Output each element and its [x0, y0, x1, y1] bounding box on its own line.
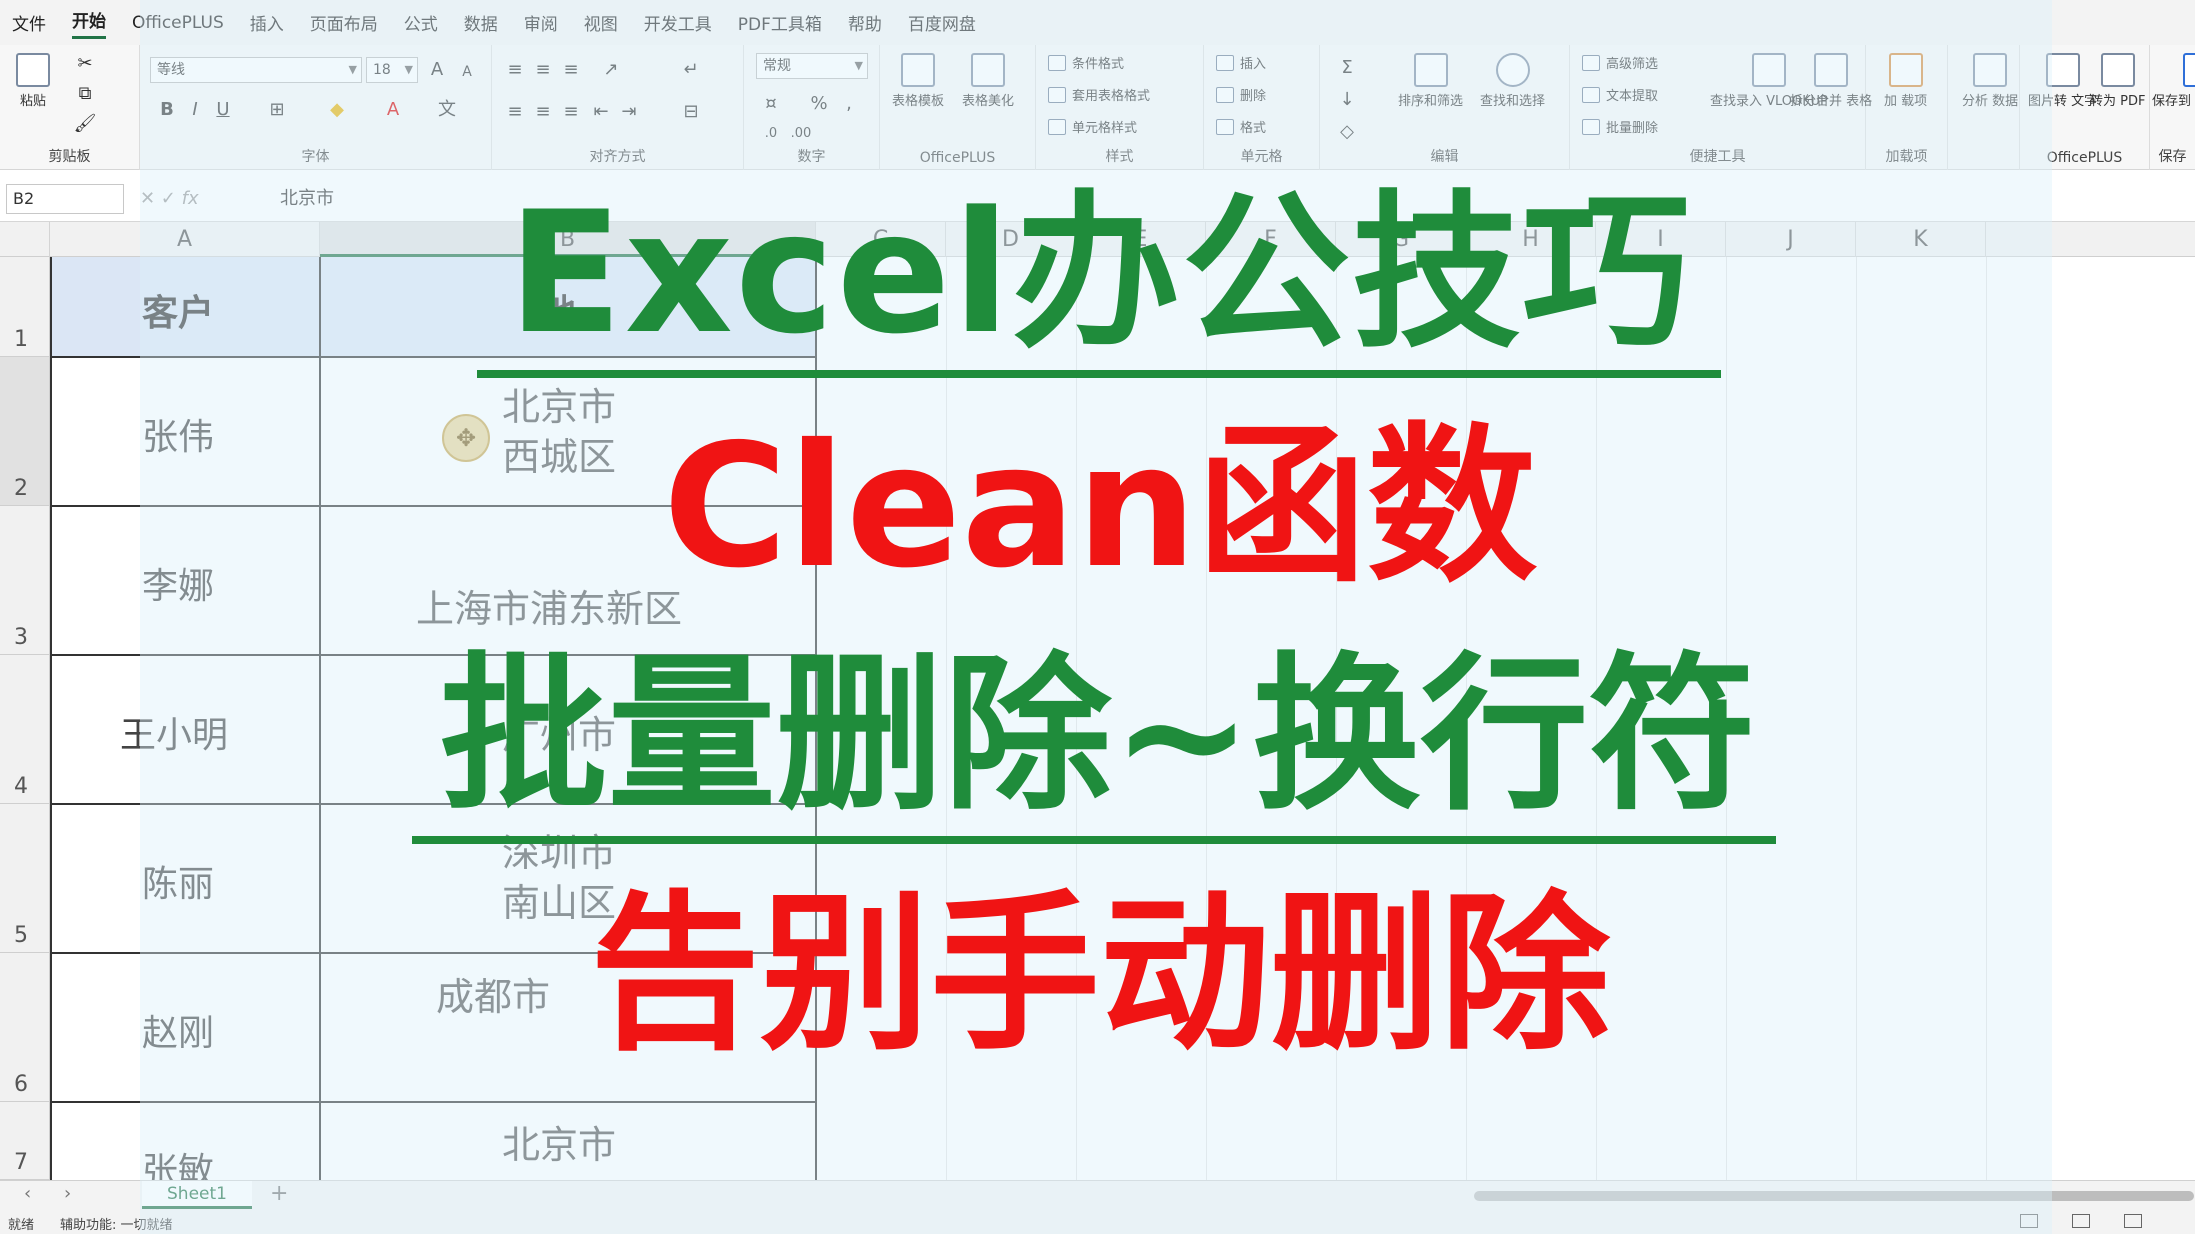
- group-save: 保存到 百度网盘 保存: [2150, 45, 2195, 170]
- row-header-3[interactable]: 3: [0, 506, 50, 655]
- row-header-5[interactable]: 5: [0, 804, 50, 953]
- overlay-title-clean-function: Clean函数: [662, 408, 1538, 606]
- row-header-1[interactable]: 1: [0, 257, 50, 357]
- status-ready: 就绪: [8, 1218, 35, 1233]
- row-header-4[interactable]: 4: [0, 655, 50, 804]
- select-all-corner[interactable]: [0, 222, 50, 257]
- chevron-left-icon[interactable]: ‹: [24, 1183, 31, 1204]
- name-box[interactable]: B2: [6, 184, 124, 214]
- paste-button[interactable]: 粘贴: [16, 53, 50, 109]
- format-painter-icon[interactable]: 🖌: [72, 111, 98, 137]
- excel-window: 文件 开始 OfficePLUS 插入 页面布局 公式 数据 审阅 视图 开发工…: [0, 0, 2195, 1234]
- row-header-7[interactable]: 7: [0, 1102, 50, 1180]
- cloud-icon: [2182, 53, 2195, 87]
- page-layout-view-icon[interactable]: [2072, 1214, 2090, 1228]
- group-clipboard: 粘贴 ✂ ⧉ 🖌 剪贴板: [0, 45, 140, 170]
- overlay-underline-2: [412, 836, 1776, 844]
- group-label-clipboard: 剪贴板: [48, 149, 91, 165]
- group-label-save: 保存: [2158, 149, 2187, 165]
- pdf-icon: [2100, 53, 2135, 87]
- page-break-view-icon[interactable]: [2124, 1214, 2142, 1228]
- to-pdf-button[interactable]: 转为 PDF: [2090, 53, 2145, 109]
- chevron-right-icon[interactable]: ›: [64, 1183, 71, 1204]
- menu-home[interactable]: 开始: [72, 7, 106, 39]
- save-baidu-button[interactable]: 保存到 百度网盘: [2152, 53, 2195, 109]
- overlay-title-excel-tips: Excel办公技巧: [507, 175, 1693, 371]
- copy-icon[interactable]: ⧉: [72, 81, 98, 107]
- paste-icon: [16, 53, 50, 87]
- row-header-6[interactable]: 6: [0, 953, 50, 1102]
- row-header-2[interactable]: 2: [0, 357, 50, 506]
- table-border: [50, 257, 52, 1180]
- overlay-underline-1: [477, 370, 1721, 378]
- cut-icon[interactable]: ✂: [72, 51, 98, 77]
- overlay-title-batch-delete: 批量删除~换行符: [439, 637, 1757, 833]
- menu-file[interactable]: 文件: [12, 10, 46, 35]
- overlay-title-no-manual: 告别手动删除: [589, 876, 1610, 1074]
